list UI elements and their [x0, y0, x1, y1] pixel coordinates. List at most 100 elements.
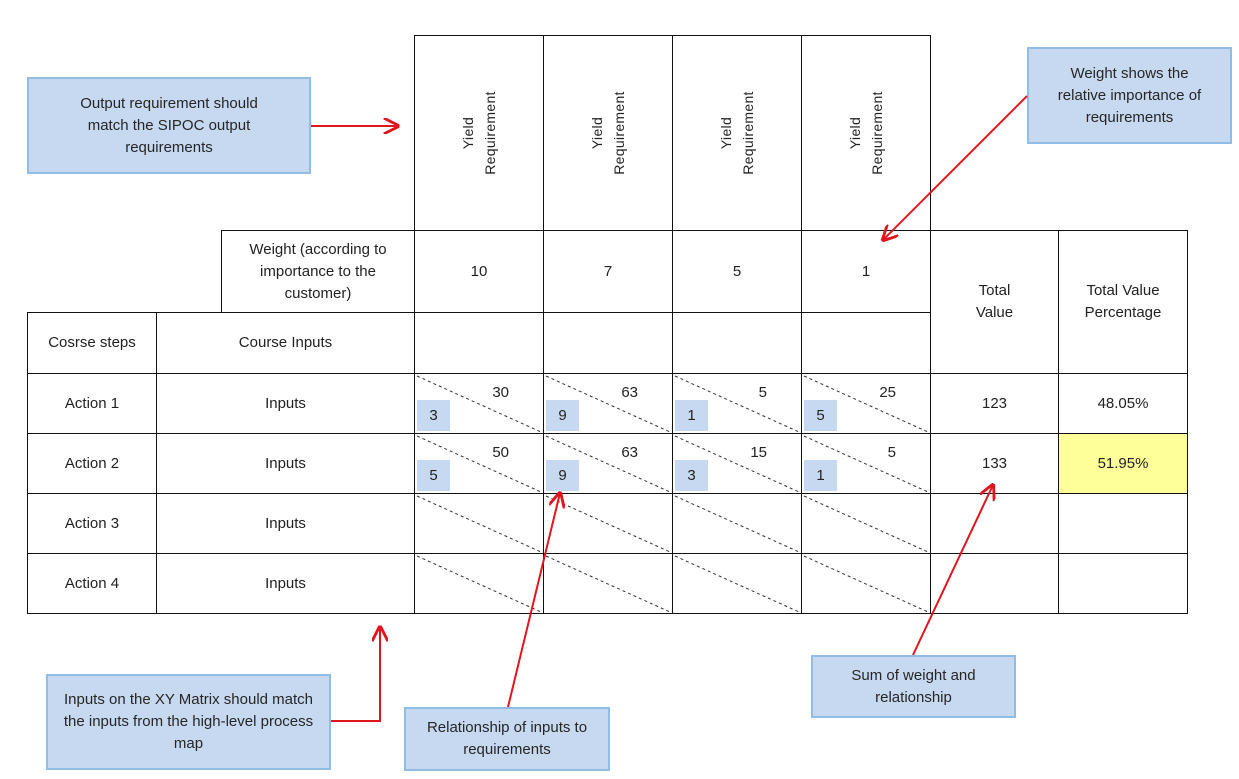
step-cell: Action 4 — [27, 553, 157, 614]
diagonal-divider — [674, 495, 800, 553]
callout-inputs: Inputs on the XY Matrix should match the… — [46, 674, 331, 770]
input-label: Inputs — [265, 514, 306, 532]
blank-header-cell — [414, 312, 544, 374]
weighted-score: 25 — [879, 384, 896, 401]
matrix-cell: 5 50 — [414, 433, 544, 494]
weight-value: 10 — [470, 262, 488, 280]
total-pct-cell — [1058, 553, 1188, 614]
input-label: Inputs — [265, 574, 306, 592]
total-pct-cell: 48.05% — [1058, 373, 1188, 434]
relationship-value: 1 — [804, 460, 837, 491]
matrix-cell — [543, 493, 673, 554]
weight-label: Weight (according to importance to the c… — [249, 240, 387, 302]
matrix-cell — [672, 553, 802, 614]
requirement-header-3: Yield Requirement — [672, 35, 802, 231]
matrix-cell: 5 25 — [801, 373, 931, 434]
matrix-cell: 9 63 — [543, 373, 673, 434]
callout-text: Inputs on the XY Matrix should match the… — [63, 691, 314, 752]
step-label: Action 3 — [64, 514, 120, 532]
diagonal-divider — [416, 555, 542, 613]
blank-header-cell — [801, 312, 931, 374]
total-value-pct: 51.95% — [1097, 454, 1149, 472]
arrow-inputs — [331, 627, 380, 722]
matrix-cell — [801, 493, 931, 554]
weight-cell: 5 — [672, 230, 802, 313]
matrix-cell — [801, 553, 931, 614]
callout-weight: Weight shows the relative importance of … — [1027, 47, 1232, 144]
total-value-cell — [930, 553, 1059, 614]
diagonal-divider — [545, 555, 671, 613]
input-cell: Inputs — [156, 493, 415, 554]
relationship-value: 3 — [417, 400, 450, 431]
input-label: Inputs — [265, 394, 306, 412]
diagonal-divider — [674, 555, 800, 613]
step-label: Action 1 — [64, 394, 120, 412]
diagonal-divider — [416, 495, 542, 553]
inputs-header: Course Inputs — [156, 312, 415, 374]
total-value-pct-header: Total Value Percentage — [1058, 230, 1188, 374]
requirement-header-1: Yield Requirement — [414, 35, 544, 231]
weight-cell: 7 — [543, 230, 673, 313]
weighted-score: 50 — [492, 444, 509, 461]
weight-cell: 1 — [801, 230, 931, 313]
steps-header: Cosrse steps — [27, 312, 157, 374]
matrix-cell: 9 63 — [543, 433, 673, 494]
input-cell: Inputs — [156, 373, 415, 434]
callout-text: Relationship of inputs to requirements — [426, 719, 588, 758]
total-value: 123 — [981, 394, 1008, 412]
diagonal-divider — [803, 555, 929, 613]
weight-value: 1 — [861, 262, 871, 280]
total-value-pct-label: Total Value Percentage — [1084, 282, 1162, 321]
inputs-header-label: Course Inputs — [238, 334, 333, 351]
matrix-cell — [672, 493, 802, 554]
steps-header-label: Cosrse steps — [48, 334, 136, 351]
weighted-score: 15 — [750, 444, 767, 461]
blank-header-cell — [543, 312, 673, 374]
total-pct-cell: 51.95% — [1058, 433, 1188, 494]
total-value-cell: 133 — [930, 433, 1059, 494]
relationship-value: 5 — [804, 400, 837, 431]
step-label: Action 2 — [64, 454, 120, 472]
input-cell: Inputs — [156, 433, 415, 494]
weighted-score: 5 — [758, 384, 767, 401]
diagonal-divider — [803, 495, 929, 553]
weighted-score: 63 — [621, 444, 638, 461]
weight-label-cell: Weight (according to importance to the c… — [221, 230, 415, 313]
callout-text: Weight shows the relative importance of … — [1057, 64, 1202, 126]
requirement-label: Yield Requirement — [460, 91, 498, 175]
relationship-value: 3 — [675, 460, 708, 491]
weight-value: 7 — [603, 262, 613, 280]
requirement-label: Yield Requirement — [589, 91, 627, 175]
matrix-cell: 15 — [672, 373, 802, 434]
weighted-score: 63 — [621, 384, 638, 401]
callout-output-requirement: Output requirement should match the SIPO… — [27, 77, 311, 174]
blank-header-cell — [672, 312, 802, 374]
input-label: Inputs — [265, 454, 306, 472]
relationship-value: 9 — [546, 460, 579, 491]
total-value: 133 — [981, 454, 1008, 472]
requirement-label: Yield Requirement — [718, 91, 756, 175]
total-value-pct: 48.05% — [1097, 394, 1149, 412]
weighted-score: 5 — [887, 444, 896, 461]
requirement-header-2: Yield Requirement — [543, 35, 673, 231]
diagonal-divider — [545, 495, 671, 553]
callout-text: Sum of weight and relationship — [851, 666, 976, 706]
callout-text: Output requirement should match the SIPO… — [80, 94, 258, 156]
total-value-cell — [930, 493, 1059, 554]
matrix-cell: 15 — [801, 433, 931, 494]
input-cell: Inputs — [156, 553, 415, 614]
requirement-label: Yield Requirement — [847, 91, 885, 175]
step-cell: Action 1 — [27, 373, 157, 434]
weight-cell: 10 — [414, 230, 544, 313]
step-cell: Action 3 — [27, 493, 157, 554]
step-cell: Action 2 — [27, 433, 157, 494]
matrix-cell: 3 30 — [414, 373, 544, 434]
total-value-header: Total Value — [930, 230, 1059, 374]
weight-value: 5 — [732, 262, 742, 280]
weighted-score: 30 — [492, 384, 509, 401]
total-pct-cell — [1058, 493, 1188, 554]
callout-sum: Sum of weight and relationship — [811, 655, 1016, 718]
matrix-cell — [414, 553, 544, 614]
matrix-cell — [414, 493, 544, 554]
matrix-cell — [543, 553, 673, 614]
